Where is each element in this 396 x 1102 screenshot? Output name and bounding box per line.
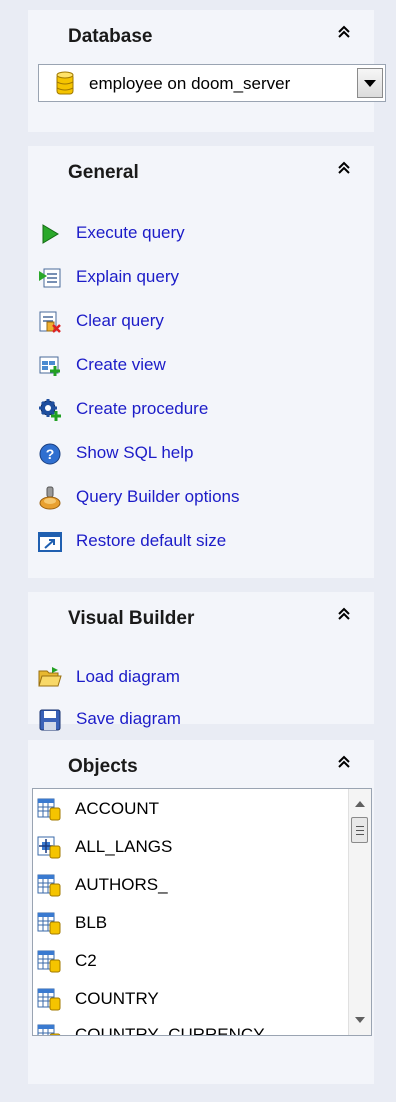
list-item[interactable]: C2 (33, 943, 353, 979)
play-icon (42, 224, 59, 244)
list-item[interactable]: ACCOUNT (33, 791, 353, 827)
create-view-link[interactable]: Create view (38, 348, 358, 384)
database-section: Database employee on doom_server (28, 10, 386, 132)
load-diagram-link[interactable]: Load diagram (38, 660, 358, 696)
table-icon (37, 912, 61, 935)
restore-default-size-label: Restore default size (76, 531, 227, 550)
object-label: AUTHORS_ (75, 875, 168, 894)
general-title: General (68, 162, 139, 183)
svg-text:?: ? (46, 446, 55, 462)
explain-query-link[interactable]: Explain query (38, 260, 358, 296)
load-diagram-label: Load diagram (76, 667, 180, 686)
options-icon (39, 486, 61, 510)
view-icon (37, 836, 61, 859)
query-builder-options-link[interactable]: Query Builder options (38, 480, 358, 516)
create-procedure-link[interactable]: Create procedure (38, 392, 358, 428)
general-section: General Execute query Explain query Clea… (28, 146, 374, 578)
visual-builder-title: Visual Builder (68, 608, 195, 629)
clear-query-label: Clear query (76, 311, 164, 330)
scroll-thumb[interactable] (351, 817, 368, 843)
folder-open-icon (38, 667, 62, 687)
collapse-chevron-icon[interactable] (336, 160, 352, 176)
objects-list[interactable]: ACCOUNT ALL_LANGS AUTHORS_ BLB C2 COUNTR… (32, 788, 372, 1036)
chevron-down-icon[interactable] (357, 68, 383, 98)
table-icon (37, 988, 61, 1011)
list-item[interactable]: COUNTRY (33, 981, 353, 1017)
database-select-value: employee on doom_server (89, 74, 291, 93)
save-diagram-label: Save diagram (76, 709, 181, 728)
database-header[interactable]: Database (28, 10, 374, 60)
collapse-chevron-icon[interactable] (336, 606, 352, 622)
database-title: Database (68, 26, 153, 47)
database-icon (56, 71, 74, 95)
explain-query-label: Explain query (76, 267, 180, 286)
clear-query-link[interactable]: Clear query (38, 304, 358, 340)
show-sql-help-label: Show SQL help (76, 443, 194, 462)
execute-query-link[interactable]: Execute query (38, 216, 358, 252)
table-icon (37, 798, 61, 821)
objects-header[interactable]: Objects (28, 740, 374, 790)
execute-query-label: Execute query (76, 223, 185, 242)
explain-icon (39, 268, 61, 288)
object-label: COUNTRY (75, 989, 159, 1008)
list-item[interactable]: AUTHORS_ (33, 867, 353, 903)
help-icon: ? (39, 443, 61, 465)
objects-scrollbar[interactable] (348, 789, 371, 1035)
list-item[interactable]: ALL_LANGS (33, 829, 353, 865)
visual-builder-header[interactable]: Visual Builder (28, 592, 374, 642)
table-icon (37, 874, 61, 897)
object-label: C2 (75, 951, 97, 970)
query-builder-options-label: Query Builder options (76, 487, 240, 506)
list-item[interactable]: COUNTRY_CURRENCY (33, 1017, 353, 1036)
restore-default-size-link[interactable]: Restore default size (38, 524, 358, 560)
visual-builder-section: Visual Builder Load diagram Save diagram (28, 592, 374, 731)
objects-title: Objects (68, 756, 138, 777)
collapse-chevron-icon[interactable] (336, 754, 352, 770)
database-select[interactable]: employee on doom_server (38, 64, 386, 102)
floppy-icon (39, 709, 61, 731)
restore-icon (38, 532, 62, 552)
objects-section: Objects ACCOUNT ALL_LANGS AUTHORS_ BLB C… (28, 740, 374, 1084)
general-header[interactable]: General (28, 146, 374, 196)
list-item[interactable]: BLB (33, 905, 353, 941)
clear-icon (39, 311, 61, 333)
object-label: BLB (75, 913, 108, 932)
object-label: ALL_LANGS (75, 837, 173, 856)
object-label: ACCOUNT (75, 799, 160, 818)
table-icon (37, 950, 61, 973)
create-view-label: Create view (76, 355, 166, 374)
scroll-down-icon[interactable] (355, 1017, 365, 1023)
create-procedure-label: Create procedure (76, 399, 209, 418)
save-diagram-link[interactable]: Save diagram (38, 702, 358, 738)
collapse-chevron-icon[interactable] (336, 24, 352, 40)
show-sql-help-link[interactable]: ? Show SQL help (38, 436, 358, 472)
gear-icon (39, 399, 61, 421)
table-icon (37, 1024, 61, 1035)
object-label: COUNTRY_CURRENCY (75, 1025, 265, 1036)
create-view-icon (39, 356, 60, 376)
scroll-up-icon[interactable] (355, 801, 365, 807)
